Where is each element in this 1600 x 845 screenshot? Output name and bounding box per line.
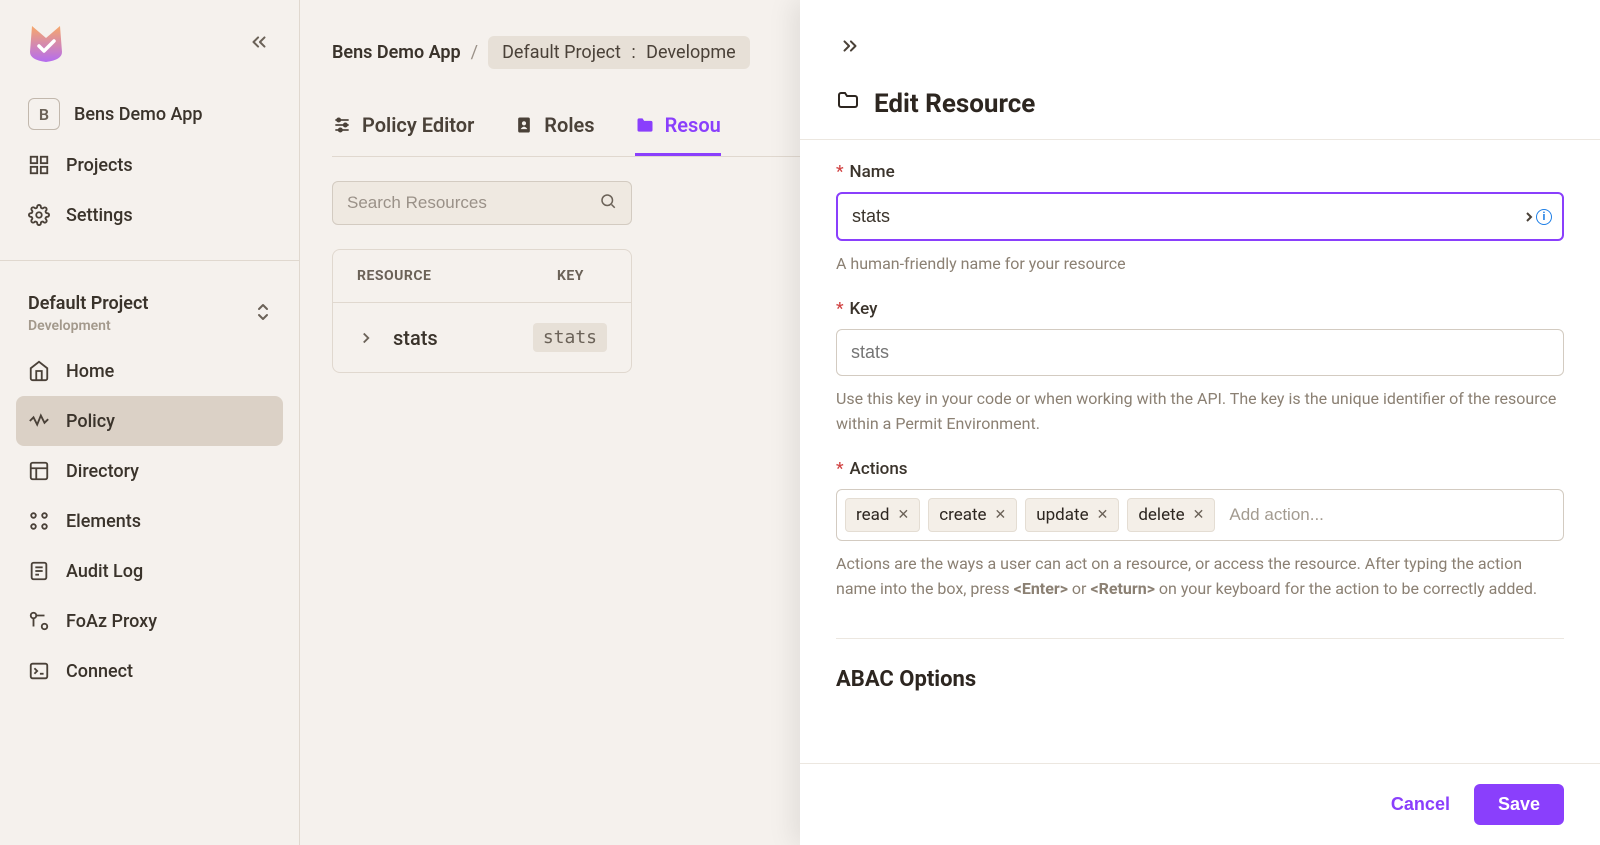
sidebar-item-label: Policy: [66, 411, 115, 432]
sliders-icon: [332, 115, 352, 135]
abac-options-heading: ABAC Options: [836, 638, 1564, 692]
drawer-title-text: Edit Resource: [874, 89, 1035, 119]
chevrons-updown-icon: [255, 302, 271, 326]
field-label: Key: [850, 299, 878, 319]
actions-input[interactable]: [1223, 499, 1555, 531]
action-tag: delete✕: [1127, 498, 1215, 532]
sidebar-item-label: Projects: [66, 155, 133, 176]
cancel-button[interactable]: Cancel: [1391, 794, 1450, 815]
tab-label: Policy Editor: [362, 113, 474, 137]
search-icon: [599, 192, 617, 214]
sidebar-item-label: FoAz Proxy: [66, 611, 157, 632]
sidebar-item-directory[interactable]: Directory: [16, 446, 283, 496]
required-asterisk: *: [836, 162, 844, 182]
field-label: Name: [850, 162, 895, 182]
th-resource: RESOURCE: [357, 268, 557, 284]
sidebar-item-label: Home: [66, 361, 114, 382]
project-env: Development: [28, 318, 148, 334]
tab-label: Roles: [544, 113, 594, 137]
input-info-icon[interactable]: i: [1524, 209, 1552, 225]
sidebar-collapse-button[interactable]: [243, 26, 275, 58]
tab-roles[interactable]: Roles: [514, 99, 594, 156]
field-help: A human-friendly name for your resource: [836, 251, 1564, 277]
remove-tag-icon[interactable]: ✕: [1097, 507, 1109, 523]
app-badge[interactable]: B Bens Demo App: [16, 88, 283, 140]
divider: [0, 260, 299, 261]
field-label: Actions: [850, 459, 908, 479]
field-name: * Name i A human-friendly name for your r…: [836, 162, 1564, 277]
sidebar-item-label: Audit Log: [66, 561, 143, 582]
save-button[interactable]: Save: [1474, 784, 1564, 825]
project-name: Default Project: [28, 293, 148, 314]
sidebar-item-label: Directory: [66, 461, 139, 482]
remove-tag-icon[interactable]: ✕: [995, 507, 1007, 523]
tab-resources[interactable]: Resou: [635, 99, 721, 156]
search-input[interactable]: [347, 193, 599, 213]
remove-tag-icon[interactable]: ✕: [1193, 507, 1205, 523]
folder-outline-icon: [836, 88, 860, 119]
field-key: * Key Use this key in your code or when w…: [836, 299, 1564, 437]
resources-table: RESOURCE KEY stats stats: [332, 249, 632, 373]
breadcrumb-app[interactable]: Bens Demo App: [332, 42, 461, 63]
sidebar-item-audit-log[interactable]: Audit Log: [16, 546, 283, 596]
row-key: stats: [533, 323, 607, 352]
key-input[interactable]: [836, 329, 1564, 376]
policy-icon: [28, 410, 50, 432]
home-icon: [28, 360, 50, 382]
app-badge-letter: B: [28, 98, 60, 130]
badge-icon: [514, 115, 534, 135]
required-asterisk: *: [836, 459, 844, 479]
elements-icon: [28, 510, 50, 532]
terminal-icon: [28, 660, 50, 682]
action-tag: update✕: [1025, 498, 1119, 532]
directory-icon: [28, 460, 50, 482]
grid-icon: [28, 154, 50, 176]
field-actions: * Actions read✕ create✕ update✕ delete✕ A…: [836, 459, 1564, 602]
search-box[interactable]: [332, 181, 632, 225]
edit-resource-drawer: Edit Resource * Name i A human-friendly n…: [800, 0, 1600, 845]
table-header: RESOURCE KEY: [333, 250, 631, 303]
action-tag: read✕: [845, 498, 920, 532]
field-help: Actions are the ways a user can act on a…: [836, 551, 1564, 602]
sidebar-item-policy[interactable]: Policy: [16, 396, 283, 446]
th-key: KEY: [557, 268, 584, 284]
field-help: Use this key in your code or when workin…: [836, 386, 1564, 437]
info-icon: i: [1536, 209, 1552, 225]
drawer-footer: Cancel Save: [800, 763, 1600, 845]
sidebar: B Bens Demo App Projects Settings Defaul…: [0, 0, 300, 845]
drawer-close-button[interactable]: [836, 32, 864, 60]
sidebar-item-elements[interactable]: Elements: [16, 496, 283, 546]
folder-icon: [635, 115, 655, 135]
actions-tags-box[interactable]: read✕ create✕ update✕ delete✕: [836, 489, 1564, 541]
required-asterisk: *: [836, 299, 844, 319]
breadcrumb-sep: /: [471, 42, 478, 63]
sidebar-item-projects[interactable]: Projects: [16, 140, 283, 190]
sidebar-item-label: Elements: [66, 511, 141, 532]
row-name: stats: [393, 326, 515, 350]
chevron-right-icon[interactable]: [357, 329, 375, 347]
sidebar-item-label: Settings: [66, 205, 133, 226]
sidebar-item-home[interactable]: Home: [16, 346, 283, 396]
name-input[interactable]: [836, 192, 1564, 241]
action-tag: create✕: [928, 498, 1017, 532]
remove-tag-icon[interactable]: ✕: [897, 507, 909, 523]
sidebar-item-connect[interactable]: Connect: [16, 646, 283, 696]
sidebar-item-label: Connect: [66, 661, 133, 682]
project-selector[interactable]: Default Project Development: [16, 281, 283, 346]
gear-icon: [28, 204, 50, 226]
audit-log-icon: [28, 560, 50, 582]
drawer-title: Edit Resource: [800, 68, 1600, 139]
sidebar-item-foaz-proxy[interactable]: FoAz Proxy: [16, 596, 283, 646]
sidebar-item-settings[interactable]: Settings: [16, 190, 283, 240]
proxy-icon: [28, 610, 50, 632]
app-logo: [24, 20, 68, 64]
tab-label: Resou: [665, 113, 721, 137]
app-badge-name: Bens Demo App: [74, 104, 203, 125]
table-row[interactable]: stats stats: [333, 303, 631, 372]
tab-policy-editor[interactable]: Policy Editor: [332, 99, 474, 156]
breadcrumb-project-pill[interactable]: Default Project : Developme: [488, 36, 750, 69]
